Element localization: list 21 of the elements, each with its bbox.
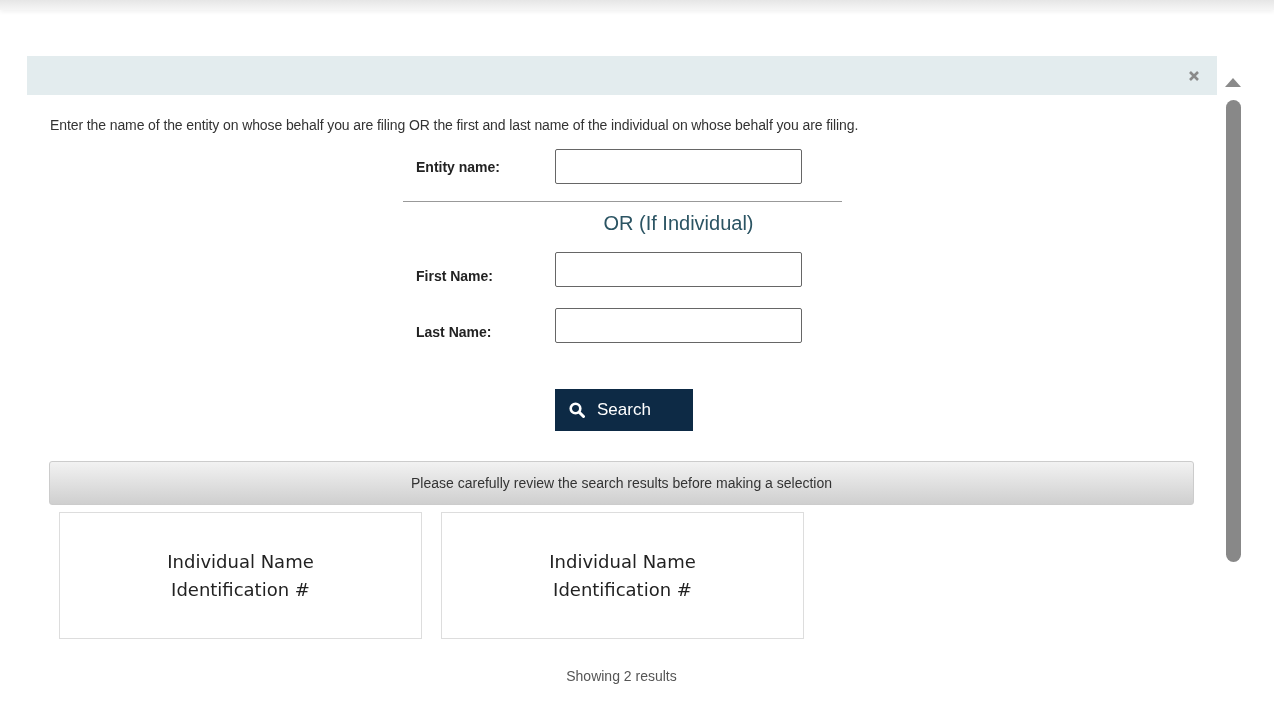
search-icon	[569, 402, 585, 418]
result-card[interactable]: Individual Name Identification #	[441, 512, 804, 639]
scrollbar-thumb[interactable]	[1225, 100, 1241, 562]
close-icon[interactable]	[1189, 70, 1199, 81]
identification-number: Identification #	[171, 577, 310, 602]
instructions-text: Enter the name of the entity on whose behalf you are filing OR the first and last name of the individual on whose behalf you are filing.	[50, 117, 860, 133]
field-label: First Name:	[415, 266, 495, 284]
field-label: Entity name:	[415, 158, 501, 175]
first-name-field[interactable]	[555, 252, 802, 287]
result-card[interactable]: Individual Name Identification #	[59, 512, 422, 639]
field-label: Last Name:	[415, 322, 493, 340]
individual-name: Individual Name	[167, 549, 314, 574]
results-count: Showing 2 results	[565, 668, 678, 684]
scroll-up-icon[interactable]	[1225, 78, 1241, 87]
individual-name: Individual Name	[549, 549, 696, 574]
separator-text: OR (If Individual)	[602, 212, 755, 235]
last-name-field[interactable]	[555, 308, 802, 343]
identification-number: Identification #	[553, 577, 692, 602]
results-banner: Please carefully review the search results before making a selection	[49, 461, 1194, 505]
search-button[interactable]: Search	[555, 389, 693, 431]
entity-name-field[interactable]	[555, 149, 802, 184]
